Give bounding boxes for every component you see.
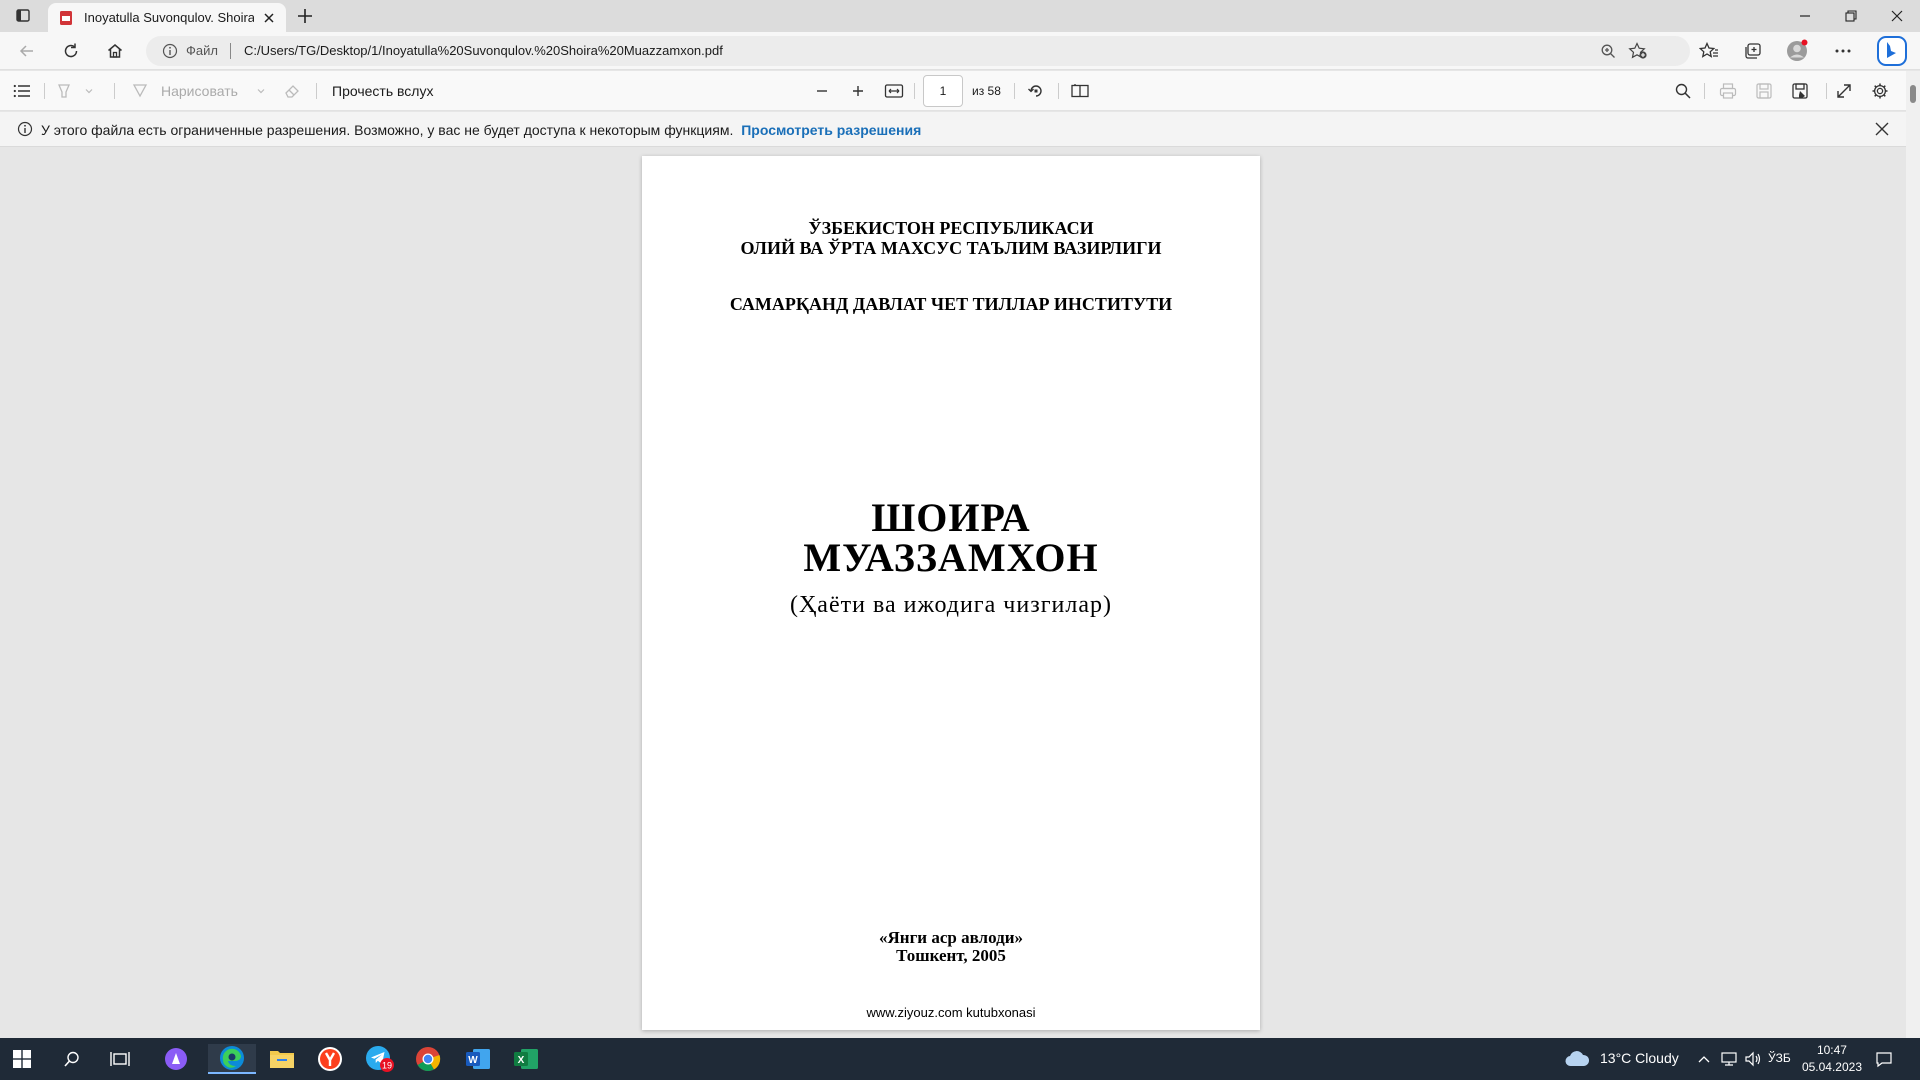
draw-icon[interactable] bbox=[130, 82, 150, 100]
toolbar-divider bbox=[1058, 83, 1059, 99]
banner-text: У этого файла есть ограниченные разрешен… bbox=[41, 122, 734, 138]
print-icon[interactable] bbox=[1718, 82, 1738, 100]
back-button[interactable] bbox=[14, 39, 40, 63]
book-subtitle: (Ҳаёти ва ижодига чизгилар) bbox=[789, 592, 1113, 618]
scrollbar-thumb[interactable] bbox=[1910, 85, 1916, 103]
pdf-file-icon bbox=[58, 10, 74, 26]
scheme-label: Файл bbox=[186, 43, 218, 58]
toolbar-divider bbox=[114, 83, 115, 99]
read-aloud-button[interactable]: Прочесть вслух bbox=[332, 83, 433, 99]
info-icon bbox=[17, 121, 33, 137]
network-icon[interactable] bbox=[1718, 1044, 1740, 1074]
pdf-toolbar: Нарисовать Прочесть вслух 1 из 58 bbox=[0, 71, 1920, 111]
toolbar-divider bbox=[914, 83, 915, 99]
draw-label[interactable]: Нарисовать bbox=[161, 83, 238, 99]
profile-avatar[interactable] bbox=[1784, 39, 1810, 63]
toolbar-divider bbox=[1826, 83, 1827, 99]
fullscreen-icon[interactable] bbox=[1834, 82, 1854, 100]
task-view-icon[interactable] bbox=[100, 1044, 140, 1074]
svg-text:W: W bbox=[468, 1055, 478, 1066]
zoom-in-icon[interactable] bbox=[848, 82, 868, 100]
home-button[interactable] bbox=[102, 39, 128, 63]
word-icon[interactable]: W bbox=[458, 1044, 498, 1074]
search-icon[interactable] bbox=[1673, 82, 1693, 100]
book-title-line-2: МУАЗЗАМХОН bbox=[803, 535, 1099, 580]
pdf-page: ЎЗБЕКИСТОН РЕСПУБЛИКАСИ ОЛИЙ ВА ЎРТА МАХ… bbox=[642, 156, 1260, 1030]
rotate-icon[interactable] bbox=[1026, 82, 1046, 100]
restore-button[interactable] bbox=[1828, 0, 1874, 32]
tab-title: Inoyatulla Suvonqulov. Shoira Mu bbox=[84, 10, 254, 25]
file-explorer-icon[interactable] bbox=[262, 1044, 302, 1074]
city-year: Тошкент, 2005 bbox=[896, 946, 1006, 965]
vertical-scrollbar[interactable] bbox=[1906, 71, 1920, 1038]
svg-text:X: X bbox=[518, 1055, 525, 1066]
pdf-viewer[interactable]: ЎЗБЕКИСТОН РЕСПУБЛИКАСИ ОЛИЙ ВА ЎРТА МАХ… bbox=[0, 148, 1920, 1038]
draw-dropdown-icon[interactable] bbox=[254, 82, 268, 100]
close-window-button[interactable] bbox=[1874, 0, 1920, 32]
page-footer: www.ziyouz.com kutubxonasi bbox=[866, 1005, 1036, 1020]
close-tab-icon[interactable] bbox=[260, 9, 278, 27]
save-icon[interactable] bbox=[1754, 82, 1774, 100]
address-bar-row: Файл C:/Users/TG/Desktop/1/Inoyatulla%20… bbox=[0, 32, 1920, 70]
permissions-banner: У этого файла есть ограниченные разрешен… bbox=[0, 112, 1920, 147]
volume-icon[interactable] bbox=[1742, 1044, 1764, 1074]
page-view-icon[interactable] bbox=[1070, 82, 1090, 100]
windows-start-icon[interactable] bbox=[2, 1044, 42, 1074]
excel-icon[interactable]: X bbox=[506, 1044, 546, 1074]
bing-chat-icon[interactable] bbox=[1876, 35, 1908, 67]
telegram-icon[interactable]: 19 bbox=[360, 1044, 400, 1074]
highlight-icon[interactable] bbox=[54, 82, 74, 100]
toolbar-divider bbox=[1704, 83, 1705, 99]
weather-text[interactable]: 13°C Cloudy bbox=[1600, 1050, 1679, 1066]
clock-date: 05.04.2023 bbox=[1801, 1060, 1862, 1074]
new-tab-button[interactable] bbox=[294, 5, 316, 27]
address-separator bbox=[230, 43, 231, 59]
highlight-dropdown-icon[interactable] bbox=[82, 82, 96, 100]
toolbar-divider bbox=[316, 83, 317, 99]
more-menu-icon[interactable] bbox=[1830, 39, 1856, 63]
fit-width-icon[interactable] bbox=[884, 82, 904, 100]
address-bar[interactable]: Файл C:/Users/TG/Desktop/1/Inoyatulla%20… bbox=[146, 36, 1690, 66]
telegram-badge: 19 bbox=[382, 1061, 392, 1071]
add-favorite-icon[interactable] bbox=[1628, 42, 1648, 60]
clock-time: 10:47 bbox=[1816, 1043, 1847, 1057]
zoom-out-icon[interactable] bbox=[812, 82, 832, 100]
collections-icon[interactable] bbox=[1740, 39, 1766, 63]
save-as-icon[interactable] bbox=[1790, 82, 1810, 100]
input-language[interactable]: ЎЗБ bbox=[1768, 1051, 1791, 1065]
weather-cloud-icon[interactable] bbox=[1562, 1044, 1592, 1074]
toolbar-divider bbox=[44, 83, 45, 99]
tab-actions-icon[interactable] bbox=[10, 6, 36, 26]
contents-icon[interactable] bbox=[12, 82, 32, 100]
alice-assistant-icon[interactable] bbox=[156, 1044, 196, 1074]
banner-message: У этого файла есть ограниченные разрешен… bbox=[41, 122, 921, 138]
system-clock[interactable]: 10:47 05.04.2023 bbox=[1802, 1042, 1862, 1076]
show-hidden-icons-icon[interactable] bbox=[1694, 1044, 1714, 1074]
refresh-button[interactable] bbox=[58, 39, 84, 63]
publisher: «Янги аср авлоди» bbox=[879, 928, 1023, 947]
view-permissions-link[interactable]: Просмотреть разрешения bbox=[741, 122, 921, 138]
info-icon[interactable] bbox=[162, 43, 178, 59]
notifications-icon[interactable] bbox=[1868, 1044, 1900, 1074]
close-banner-icon[interactable] bbox=[1874, 121, 1890, 137]
chrome-icon[interactable] bbox=[408, 1044, 448, 1074]
tab-strip: Inoyatulla Suvonqulov. Shoira Mu bbox=[0, 0, 1920, 32]
ministry-line-1: ЎЗБЕКИСТОН РЕСПУБЛИКАСИ bbox=[808, 218, 1094, 238]
url-text[interactable]: C:/Users/TG/Desktop/1/Inoyatulla%20Suvon… bbox=[244, 43, 723, 58]
institute-line: САМАРҚАНД ДАВЛАТ ЧЕТ ТИЛЛАР ИНСТИТУТИ bbox=[729, 294, 1173, 314]
search-icon[interactable] bbox=[52, 1044, 92, 1074]
yandex-browser-icon[interactable] bbox=[310, 1044, 350, 1074]
page-number-input[interactable]: 1 bbox=[923, 75, 963, 107]
edge-taskbar-icon[interactable] bbox=[208, 1044, 256, 1074]
toolbar-divider bbox=[1014, 83, 1015, 99]
settings-gear-icon[interactable] bbox=[1870, 82, 1890, 100]
page-total: из 58 bbox=[972, 84, 1001, 98]
eraser-icon[interactable] bbox=[282, 82, 302, 100]
windows-taskbar: 19 W X 13°C Cloudy ЎЗБ 10:47 05.04.2023 bbox=[0, 1038, 1920, 1080]
browser-tab[interactable]: Inoyatulla Suvonqulov. Shoira Mu bbox=[48, 3, 286, 32]
ministry-line-2: ОЛИЙ ВА ЎРТА МАХСУС ТАЪЛИМ ВАЗИРЛИГИ bbox=[740, 238, 1162, 258]
zoom-icon[interactable] bbox=[1600, 43, 1616, 59]
minimize-button[interactable] bbox=[1782, 0, 1828, 32]
favorites-icon[interactable] bbox=[1696, 39, 1722, 63]
